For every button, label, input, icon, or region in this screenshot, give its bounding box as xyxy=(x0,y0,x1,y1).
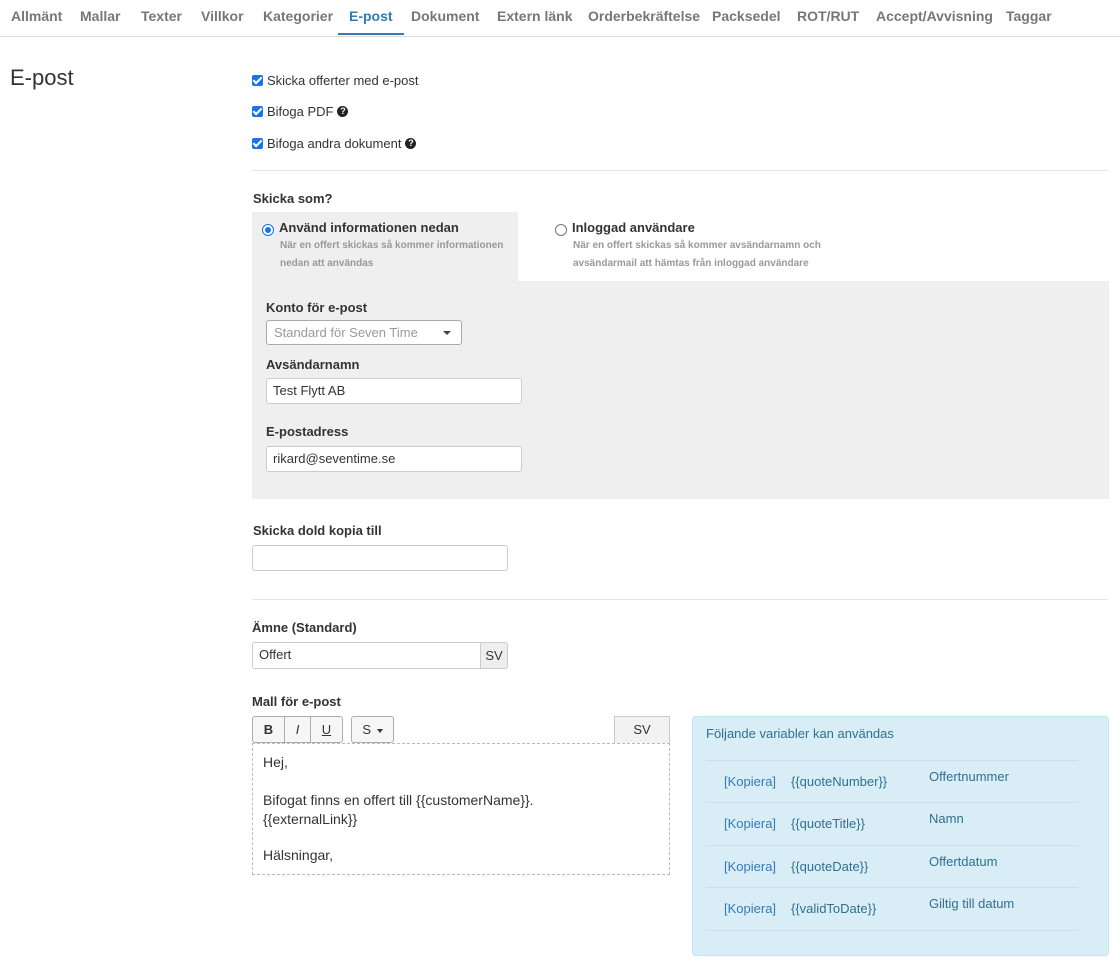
variable-desc: Offertdatum xyxy=(929,854,998,869)
use-info-title[interactable]: Använd informationen nedan xyxy=(279,220,459,235)
tab-kategorier[interactable]: Kategorier xyxy=(263,0,333,33)
account-label: Konto för e-post xyxy=(266,300,368,315)
tab-accept-avvisning[interactable]: Accept/Avvisning xyxy=(876,0,993,33)
use-info-desc-2: nedan att användas xyxy=(280,258,374,269)
use-info-desc-1: När en offert skickas så kommer informat… xyxy=(280,240,504,251)
send-quotes-label: Skicka offerter med e-post xyxy=(267,72,419,88)
variable-desc: Offertnummer xyxy=(929,769,1009,784)
tab-packsedel[interactable]: Packsedel xyxy=(712,0,781,33)
bcc-label: Skicka dold kopia till xyxy=(253,523,382,538)
variable-name: {{validToDate}} xyxy=(791,901,877,916)
email-label: E-postadress xyxy=(266,424,349,439)
sender-name-label: Avsändarnamn xyxy=(266,357,360,372)
caret-down-icon xyxy=(443,331,451,335)
send-as-label: Skicka som? xyxy=(253,191,333,206)
variable-row: [Kopiera] {{validToDate}} Giltig till da… xyxy=(706,887,1078,930)
variable-row: [Kopiera] {{quoteNumber}} Offertnummer xyxy=(706,760,1078,803)
attach-docs-checkbox[interactable] xyxy=(252,137,263,149)
page-title: E-post xyxy=(10,65,74,90)
bcc-input[interactable] xyxy=(252,545,508,571)
tab-rot-rut[interactable]: ROT/RUT xyxy=(797,0,859,33)
logged-in-user-title[interactable]: Inloggad användare xyxy=(572,220,695,235)
attach-docs-checkbox-row[interactable]: Bifoga andra dokument ? xyxy=(252,134,417,152)
subject-language-button[interactable]: SV xyxy=(480,642,508,669)
tab-taggar[interactable]: Taggar xyxy=(1006,0,1052,33)
template-editor[interactable]: Hej, Bifogat finns en offert till {{cust… xyxy=(252,743,670,875)
logged-in-user-desc-1: När en offert skickas så kommer avsändar… xyxy=(573,240,821,251)
question-circle-icon[interactable]: ? xyxy=(405,137,417,149)
tab-allmant[interactable]: Allmänt xyxy=(11,0,62,33)
variables-panel: Följande variabler kan användas [Kopiera… xyxy=(692,716,1109,956)
italic-button[interactable]: I xyxy=(284,716,311,743)
variable-name: {{quoteTitle}} xyxy=(791,816,865,831)
template-label: Mall för e-post xyxy=(252,694,341,709)
style-dropdown-button[interactable]: S xyxy=(351,716,394,743)
divider xyxy=(252,170,1108,171)
variable-name: {{quoteDate}} xyxy=(791,859,869,874)
variable-row xyxy=(706,930,1078,973)
subject-input[interactable]: Offert xyxy=(252,642,481,669)
editor-line: Hälsningar, xyxy=(263,847,334,863)
attach-pdf-checkbox-row[interactable]: Bifoga PDF ? xyxy=(252,102,349,120)
email-input[interactable]: rikard@seventime.se xyxy=(266,446,522,472)
tab-e-post[interactable]: E-post xyxy=(338,0,404,35)
caret-down-icon xyxy=(376,728,383,733)
copy-link[interactable]: [Kopiera] xyxy=(724,774,776,789)
attach-pdf-checkbox[interactable] xyxy=(252,105,263,117)
account-select[interactable]: Standard för Seven Time xyxy=(266,320,462,345)
underline-button[interactable]: U xyxy=(310,716,343,743)
logged-in-user-desc-2: avsändarmail att hämtas från inloggad an… xyxy=(573,258,809,269)
template-language-button[interactable]: SV xyxy=(614,716,670,743)
editor-line: {{externalLink}} xyxy=(263,811,358,827)
tab-extern-lank[interactable]: Extern länk xyxy=(497,0,572,33)
variable-name: {{quoteNumber}} xyxy=(791,774,888,789)
tab-dokument[interactable]: Dokument xyxy=(411,0,479,33)
send-quotes-checkbox-row[interactable]: Skicka offerter med e-post xyxy=(252,71,419,89)
editor-line: Hej, xyxy=(263,754,288,770)
variable-desc: Giltig till datum xyxy=(929,896,1015,911)
attach-pdf-label: Bifoga PDF xyxy=(267,103,334,119)
logged-in-user-radio[interactable] xyxy=(555,224,567,236)
variables-title: Följande variabler kan användas xyxy=(706,726,894,741)
variable-row: [Kopiera] {{quoteDate}} Offertdatum xyxy=(706,845,1078,888)
subject-label: Ämne (Standard) xyxy=(252,620,357,635)
question-circle-icon[interactable]: ? xyxy=(337,105,349,117)
account-select-value: Standard för Seven Time xyxy=(274,325,418,340)
use-info-radio[interactable] xyxy=(262,224,274,236)
tab-mallar[interactable]: Mallar xyxy=(80,0,120,33)
variable-row: [Kopiera] {{quoteTitle}} Namn xyxy=(706,802,1078,845)
editor-line: Bifogat finns en offert till {{customerN… xyxy=(263,792,534,808)
send-quotes-checkbox[interactable] xyxy=(252,74,263,86)
tab-texter[interactable]: Texter xyxy=(141,0,182,33)
settings-tabs: Allmänt Mallar Texter Villkor Kategorier… xyxy=(0,0,1120,37)
copy-link[interactable]: [Kopiera] xyxy=(724,859,776,874)
copy-link[interactable]: [Kopiera] xyxy=(724,816,776,831)
tab-villkor[interactable]: Villkor xyxy=(201,0,244,33)
attach-docs-label: Bifoga andra dokument xyxy=(267,135,402,151)
tab-orderbekraftelse[interactable]: Orderbekräftelse xyxy=(588,0,700,33)
bold-button[interactable]: B xyxy=(252,716,285,743)
divider xyxy=(252,599,1108,600)
style-dropdown-label: S xyxy=(362,722,372,737)
copy-link[interactable]: [Kopiera] xyxy=(724,901,776,916)
variable-desc: Namn xyxy=(929,811,964,826)
sender-name-input[interactable]: Test Flytt AB xyxy=(266,378,522,404)
